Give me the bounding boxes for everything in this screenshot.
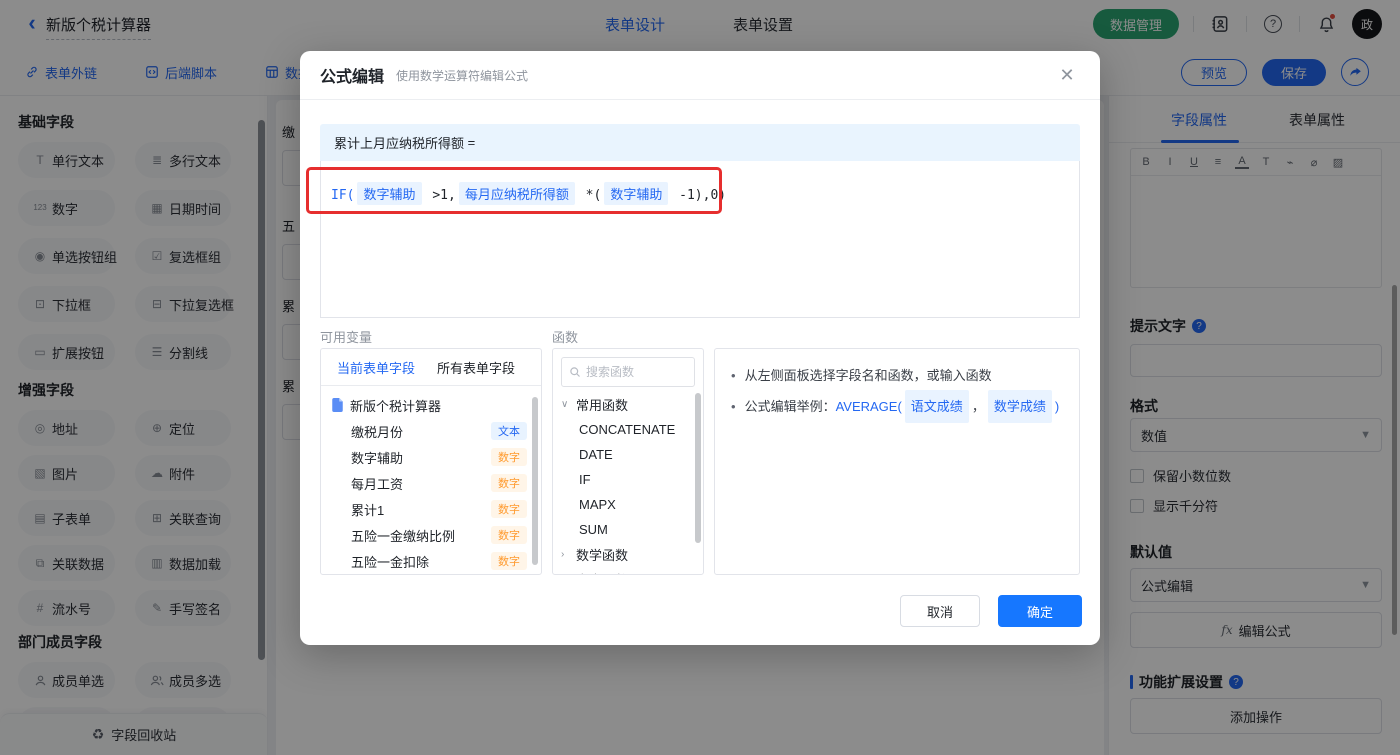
- variable-type-tag: 数字: [491, 448, 527, 466]
- formula-token: *(: [577, 188, 602, 203]
- variable-name: 五险一金缴纳比例: [351, 528, 456, 544]
- bullet-icon: •: [731, 399, 736, 414]
- help-panel: • 从左侧面板选择字段名和函数，或输入函数 • 公式编辑举例： AVERAGE( 语…: [714, 348, 1080, 575]
- formula-token: -1),0): [671, 188, 727, 203]
- formula-input-area[interactable]: IF(数字辅助 >1, 每月应纳税所得额 *(数字辅助 -1),0): [320, 161, 1080, 318]
- variable-type-tag: 数字: [491, 474, 527, 492]
- function-group[interactable]: › 数学函数: [553, 542, 703, 567]
- caret-down-icon: ∨: [561, 399, 569, 410]
- function-group-name: 数学函数: [576, 548, 629, 563]
- variables-tabs: 当前表单字段 所有表单字段: [321, 349, 541, 386]
- caret-right-icon: ›: [561, 574, 571, 575]
- function-group[interactable]: › 文本函数: [553, 567, 703, 575]
- formula-editor-modal: 公式编辑 使用数学运算符编辑公式 ✕ 累计上月应纳税所得额 = IF(数字辅助 …: [300, 51, 1100, 645]
- formula-field-chip[interactable]: 每月应纳税所得额: [458, 182, 575, 205]
- variable-type-tag: 文本: [491, 422, 527, 440]
- variable-row[interactable]: 累计1 数字: [321, 496, 541, 522]
- variable-name: 数字辅助: [351, 450, 404, 466]
- formula-editor: 累计上月应纳税所得额 = IF(数字辅助 >1, 每月应纳税所得额 *(数字辅助 …: [320, 124, 1080, 318]
- confirm-button[interactable]: 确定: [998, 595, 1082, 627]
- function-item[interactable]: MAPX: [553, 492, 703, 517]
- modal-title: 公式编辑: [320, 69, 385, 86]
- variable-name: 累计1: [351, 502, 385, 518]
- variables-section-label: 可用变量: [320, 330, 373, 345]
- variable-row[interactable]: 缴税月份 文本: [321, 418, 541, 444]
- variable-type-tag: 数字: [491, 526, 527, 544]
- function-group[interactable]: ∨ 常用函数: [553, 392, 703, 417]
- close-icon[interactable]: ✕: [1056, 64, 1078, 86]
- help-example-prefix: 公式编辑举例：: [744, 399, 836, 414]
- help-example-function: AVERAGE(: [835, 399, 902, 414]
- app-window: ‹ 新版个税计算器 表单设计 表单设置 数据管理 ? 政 表单外链 后端脚本 预…: [0, 0, 1400, 755]
- help-example-suffix: ): [1054, 399, 1060, 414]
- formula-target: 累计上月应纳税所得额 =: [320, 124, 1080, 161]
- function-item[interactable]: SUM: [553, 517, 703, 542]
- variable-row[interactable]: 每月工资 数字: [321, 470, 541, 496]
- caret-right-icon: ›: [561, 549, 565, 560]
- functions-section-label: 函数: [552, 330, 579, 345]
- functions-panel: ∨ 常用函数 CONCATENATEDATEIFMAPXSUM › 数学函数 › 文本函数: [552, 348, 704, 575]
- tab-all-form-fields[interactable]: 所有表单字段: [437, 358, 515, 377]
- variable-name: 缴税月份: [351, 424, 404, 440]
- formula-token: >1,: [424, 188, 456, 203]
- bullet-icon: •: [731, 368, 736, 383]
- help-bullet-1: • 从左侧面板选择字段名和函数，或输入函数: [731, 361, 1063, 390]
- functions-scrollbar[interactable]: [695, 393, 701, 543]
- function-item[interactable]: CONCATENATE: [553, 417, 703, 442]
- function-group-name: 文本函数: [576, 570, 628, 574]
- variable-name: 五险一金扣除: [351, 554, 430, 570]
- variables-panel: 当前表单字段 所有表单字段 新版个税计算器 缴税月份 文本 数字辅助 数字 每月工资 数字…: [320, 348, 542, 575]
- variable-row[interactable]: 五险一金扣除 数字: [321, 548, 541, 574]
- function-item[interactable]: DATE: [553, 442, 703, 467]
- help-example-separator: ，: [971, 399, 985, 414]
- help-bullet-2: • 公式编辑举例： AVERAGE( 语文成绩 ， 数学成绩 ): [731, 390, 1063, 423]
- function-group-name: 常用函数: [576, 398, 629, 413]
- formula-token: IF(: [331, 188, 355, 203]
- modal-header: 公式编辑 使用数学运算符编辑公式 ✕: [300, 51, 1100, 100]
- formula-field-chip[interactable]: 数字辅助: [357, 182, 422, 205]
- document-icon: [332, 398, 343, 412]
- help-example-chip: 数学成绩: [987, 390, 1052, 423]
- function-search: [561, 357, 695, 387]
- variable-type-tag: 数字: [491, 500, 527, 518]
- formula-field-chip[interactable]: 数字辅助: [604, 182, 669, 205]
- modal-subtitle: 使用数学运算符编辑公式: [396, 68, 529, 83]
- variable-type-tag: 数字: [491, 552, 527, 570]
- help-example-chip: 语文成绩: [904, 390, 969, 423]
- tab-current-form-fields[interactable]: 当前表单字段: [337, 358, 415, 377]
- variable-name: 每月工资: [351, 476, 404, 492]
- function-search-input[interactable]: [586, 365, 686, 379]
- variable-row[interactable]: 数字辅助 数字: [321, 444, 541, 470]
- form-tree-root[interactable]: 新版个税计算器: [321, 392, 541, 418]
- cancel-button[interactable]: 取消: [900, 595, 980, 627]
- variable-row[interactable]: 五险一金缴纳比例 数字: [321, 522, 541, 548]
- search-icon: [570, 367, 580, 377]
- function-item[interactable]: IF: [553, 467, 703, 492]
- variables-scrollbar[interactable]: [532, 397, 538, 565]
